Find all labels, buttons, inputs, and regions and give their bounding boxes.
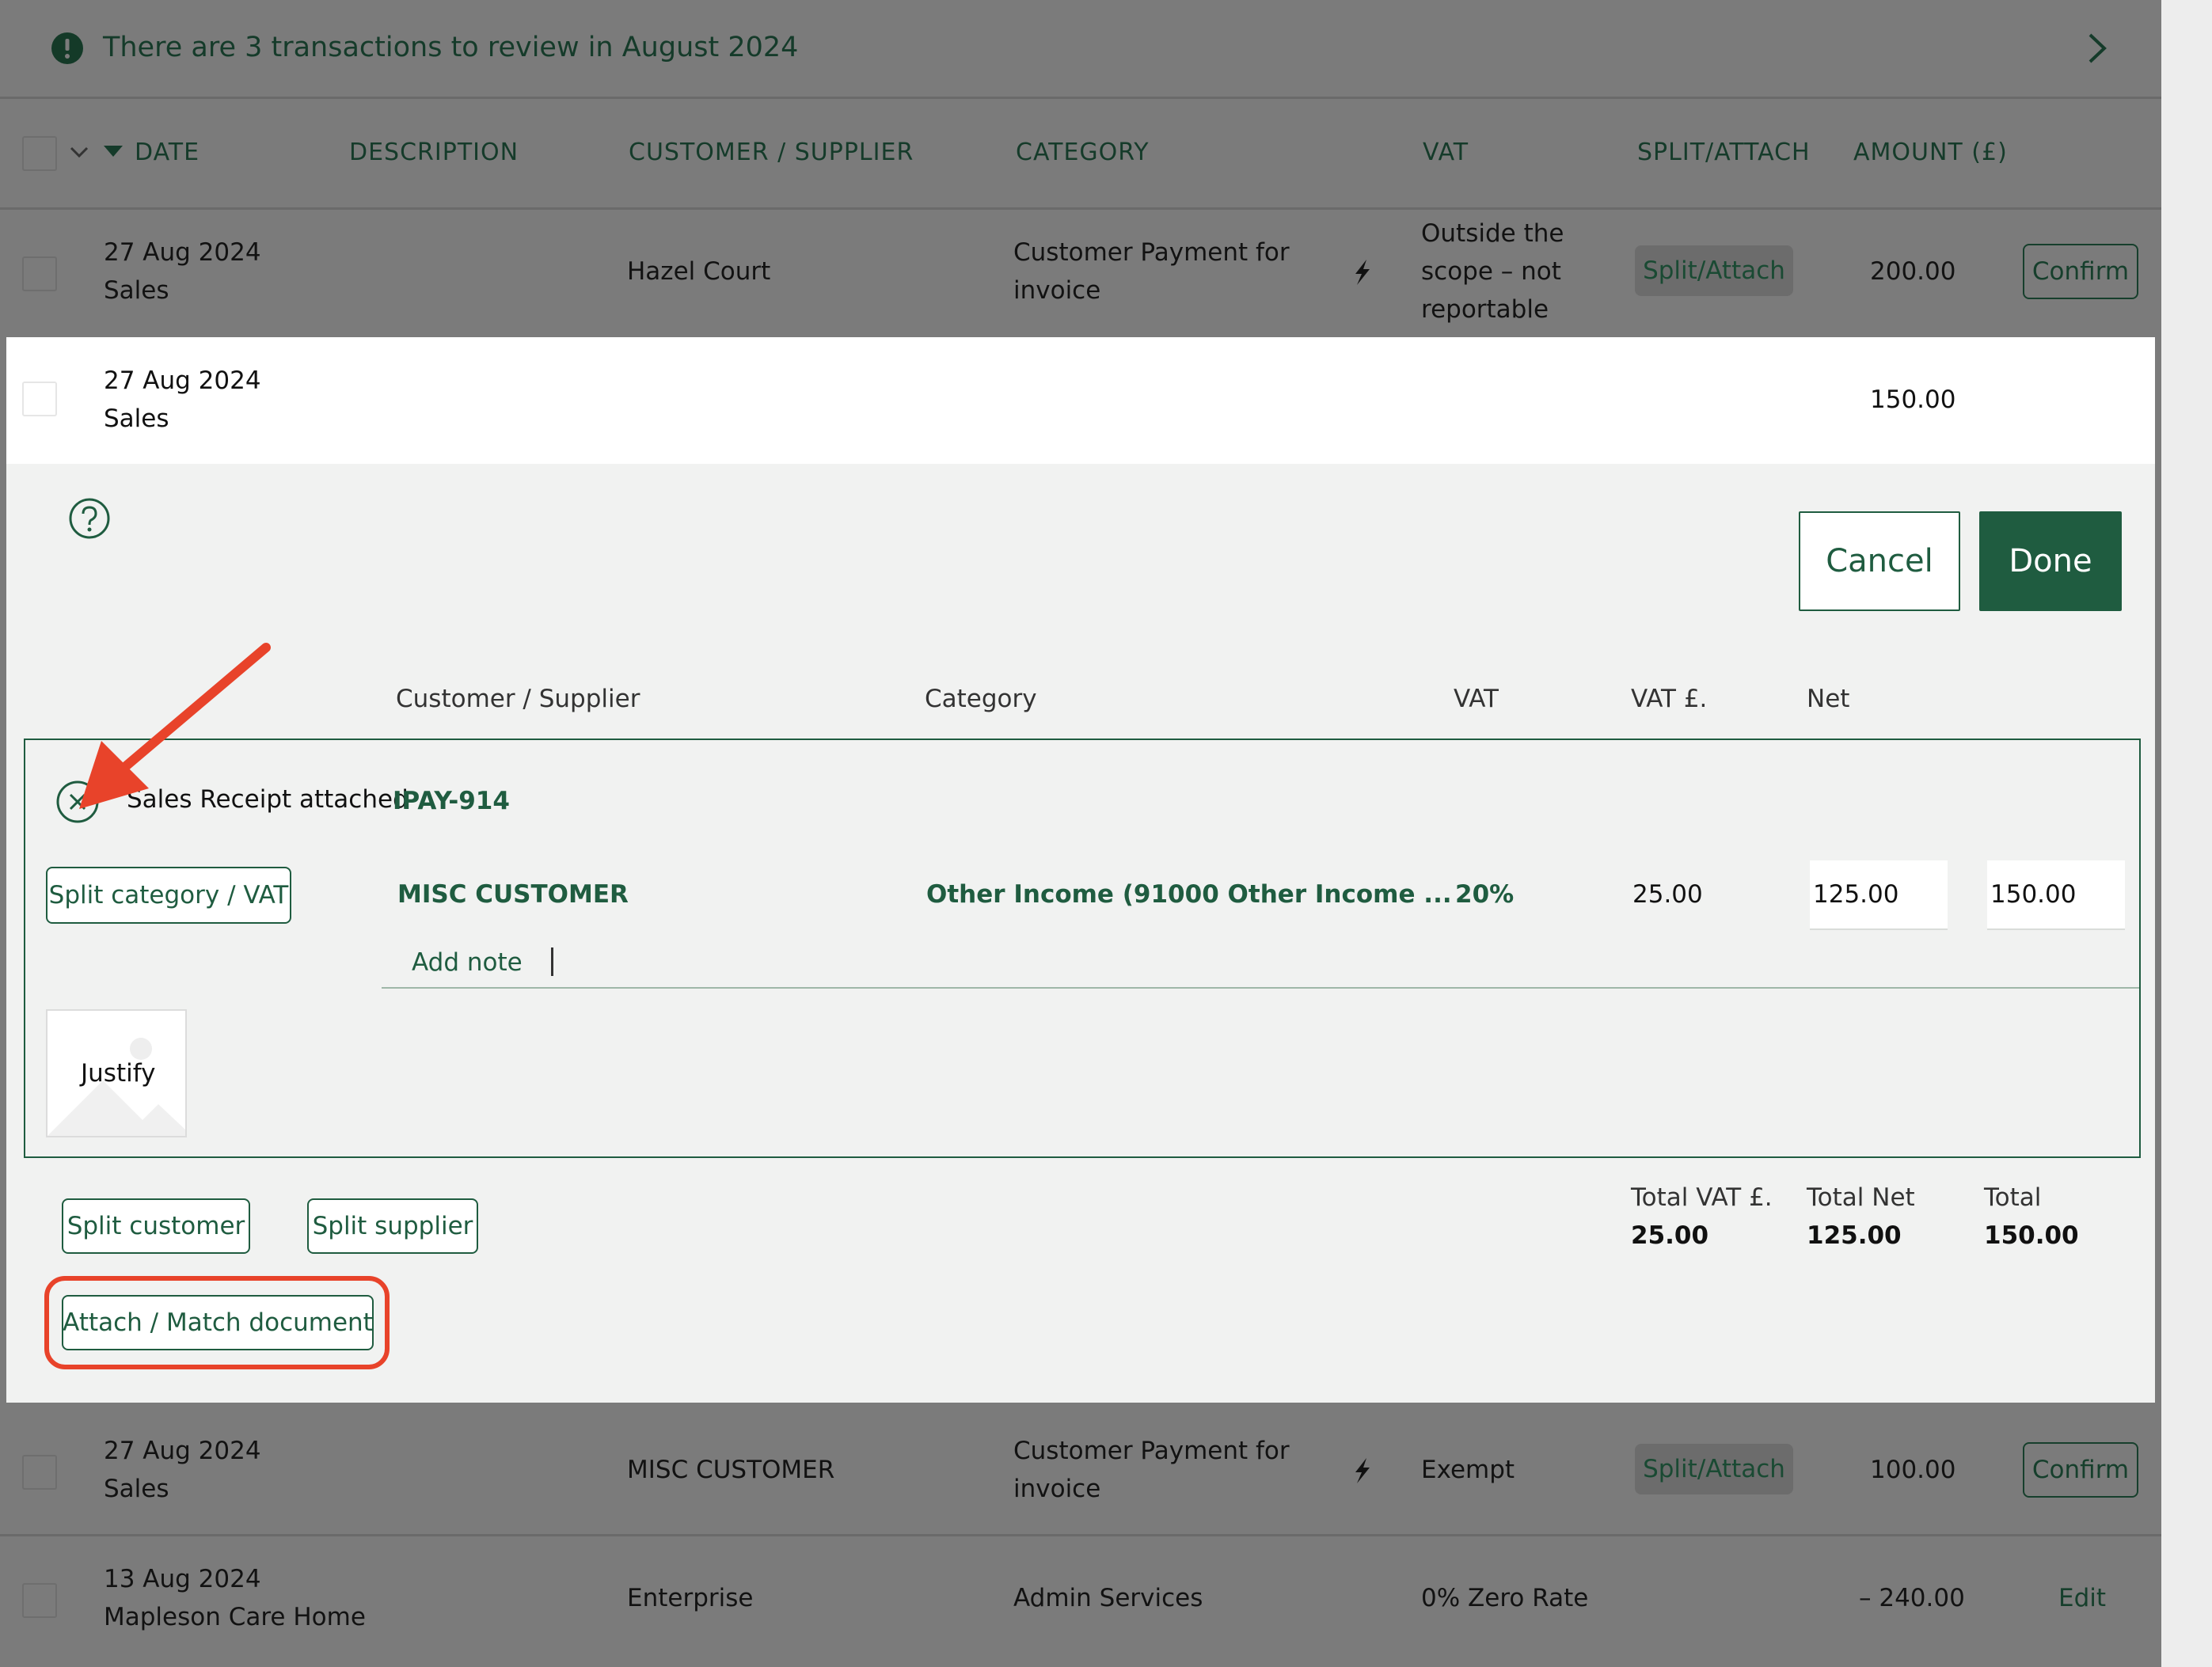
total-label: Total bbox=[1984, 1183, 2042, 1212]
row-category-line1[interactable]: Customer Payment for bbox=[1013, 234, 1290, 272]
row-date: 13 Aug 2024 bbox=[104, 1565, 261, 1593]
help-icon[interactable] bbox=[68, 497, 111, 540]
header-net: Net bbox=[1807, 685, 1850, 713]
total-value: 150.00 bbox=[1984, 1221, 2079, 1250]
window-edge bbox=[2161, 0, 2212, 1667]
row-category-line1[interactable]: Customer Payment for bbox=[1013, 1433, 1290, 1470]
text-cursor bbox=[551, 947, 553, 976]
row-type: Sales bbox=[104, 404, 169, 433]
justify-thumbnail[interactable]: Justify bbox=[46, 1009, 187, 1137]
gross-input[interactable]: 150.00 bbox=[1987, 860, 2125, 930]
cancel-button[interactable]: Cancel bbox=[1799, 511, 1960, 611]
split-supplier-button[interactable]: Split supplier bbox=[307, 1198, 478, 1254]
row-amount: 100.00 bbox=[1870, 1456, 1956, 1484]
row-customer[interactable]: Hazel Court bbox=[627, 253, 770, 290]
edit-link[interactable]: Edit bbox=[2058, 1580, 2106, 1617]
row-customer[interactable]: Enterprise bbox=[627, 1580, 753, 1617]
select-all-checkbox[interactable] bbox=[22, 136, 57, 171]
gross-input-value: 150.00 bbox=[1990, 880, 2077, 909]
row-vat-line1[interactable]: Outside the bbox=[1421, 215, 1564, 253]
row-checkbox[interactable] bbox=[22, 1583, 57, 1618]
total-vat-value: 25.00 bbox=[1631, 1221, 1709, 1250]
annotation-arrow-icon bbox=[79, 643, 271, 809]
line-vat-rate[interactable]: 20% bbox=[1455, 876, 1514, 913]
row-vat[interactable]: 0% Zero Rate bbox=[1421, 1580, 1588, 1617]
chevron-down-icon[interactable] bbox=[70, 146, 89, 158]
lightning-icon bbox=[1355, 260, 1370, 285]
split-customer-button[interactable]: Split customer bbox=[62, 1198, 250, 1254]
add-note-input[interactable]: Add note bbox=[412, 944, 523, 982]
column-header-split-attach: SPLIT/ATTACH bbox=[1637, 139, 1811, 166]
header-category: Category bbox=[925, 685, 1037, 713]
row-checkbox[interactable] bbox=[22, 256, 57, 291]
confirm-button[interactable]: Confirm bbox=[2023, 244, 2138, 299]
row-date: 27 Aug 2024 bbox=[104, 1437, 261, 1465]
lightning-icon bbox=[1355, 1458, 1370, 1483]
row-date: 27 Aug 2024 bbox=[104, 366, 261, 395]
row-category[interactable]: Admin Services bbox=[1013, 1580, 1203, 1617]
row-vat[interactable]: Exempt bbox=[1421, 1452, 1515, 1489]
expanded-row[interactable]: 27 Aug 2024 Sales 150.00 bbox=[6, 337, 2155, 464]
note-divider bbox=[382, 987, 2139, 989]
row-category-line2[interactable]: invoice bbox=[1013, 272, 1100, 309]
column-header-vat: VAT bbox=[1423, 139, 1469, 166]
row-category-line2[interactable]: invoice bbox=[1013, 1471, 1100, 1508]
line-vat-amount: 25.00 bbox=[1632, 880, 1703, 909]
row-vat-line2[interactable]: scope – not bbox=[1421, 253, 1561, 290]
column-header-amount: AMOUNT (£) bbox=[1853, 139, 2008, 166]
net-input-value: 125.00 bbox=[1813, 880, 1899, 909]
total-vat-label: Total VAT £. bbox=[1631, 1183, 1773, 1212]
row-type: Sales bbox=[104, 1475, 169, 1503]
column-header-customer-supplier: CUSTOMER / SUPPLIER bbox=[629, 139, 914, 166]
row-vat-line3[interactable]: reportable bbox=[1421, 291, 1549, 328]
header-vat-amount: VAT £. bbox=[1631, 685, 1708, 713]
done-button[interactable]: Done bbox=[1979, 511, 2122, 611]
header-vat: VAT bbox=[1454, 685, 1499, 713]
net-input[interactable]: 125.00 bbox=[1810, 860, 1948, 930]
split-editor-panel: Cancel Done Customer / Supplier Category… bbox=[6, 464, 2155, 1403]
review-banner[interactable]: There are 3 transactions to review in Au… bbox=[0, 0, 2161, 97]
sort-desc-icon[interactable] bbox=[103, 145, 124, 158]
line-customer[interactable]: MISC CUSTOMER bbox=[397, 876, 629, 913]
row-checkbox[interactable] bbox=[22, 1455, 57, 1490]
column-header-description: DESCRIPTION bbox=[349, 139, 519, 166]
split-line-box: Sales Receipt attached IPAY-914 Split ca… bbox=[24, 739, 2141, 1158]
row-type: Mapleson Care Home bbox=[104, 1603, 366, 1631]
receipt-reference-link[interactable]: IPAY-914 bbox=[393, 783, 510, 820]
row-date: 27 Aug 2024 bbox=[104, 238, 261, 267]
split-attach-button[interactable]: Split/Attach bbox=[1635, 1444, 1793, 1494]
line-category[interactable]: Other Income (91000 Other Income ... bbox=[926, 876, 1452, 913]
row-type: Sales bbox=[104, 276, 169, 305]
split-attach-button[interactable]: Split/Attach bbox=[1635, 245, 1793, 296]
row-amount: – 240.00 bbox=[1859, 1584, 1965, 1612]
total-net-label: Total Net bbox=[1807, 1183, 1915, 1212]
column-header-category: CATEGORY bbox=[1016, 139, 1150, 166]
highlight-ring bbox=[44, 1276, 390, 1369]
split-category-vat-button[interactable]: Split category / VAT bbox=[46, 867, 291, 924]
justify-label: Justify bbox=[81, 1059, 156, 1088]
total-net-value: 125.00 bbox=[1807, 1221, 1902, 1250]
row-customer[interactable]: MISC CUSTOMER bbox=[627, 1452, 834, 1489]
banner-text: There are 3 transactions to review in Au… bbox=[103, 32, 799, 63]
confirm-button[interactable]: Confirm bbox=[2023, 1442, 2138, 1498]
chevron-right-icon[interactable] bbox=[2084, 32, 2109, 65]
row-amount: 150.00 bbox=[1870, 385, 1956, 414]
header-customer-supplier: Customer / Supplier bbox=[396, 685, 640, 713]
alert-icon bbox=[51, 32, 83, 64]
row-amount: 200.00 bbox=[1870, 257, 1956, 286]
column-header-date[interactable]: DATE bbox=[135, 135, 200, 170]
row-checkbox[interactable] bbox=[22, 382, 57, 416]
